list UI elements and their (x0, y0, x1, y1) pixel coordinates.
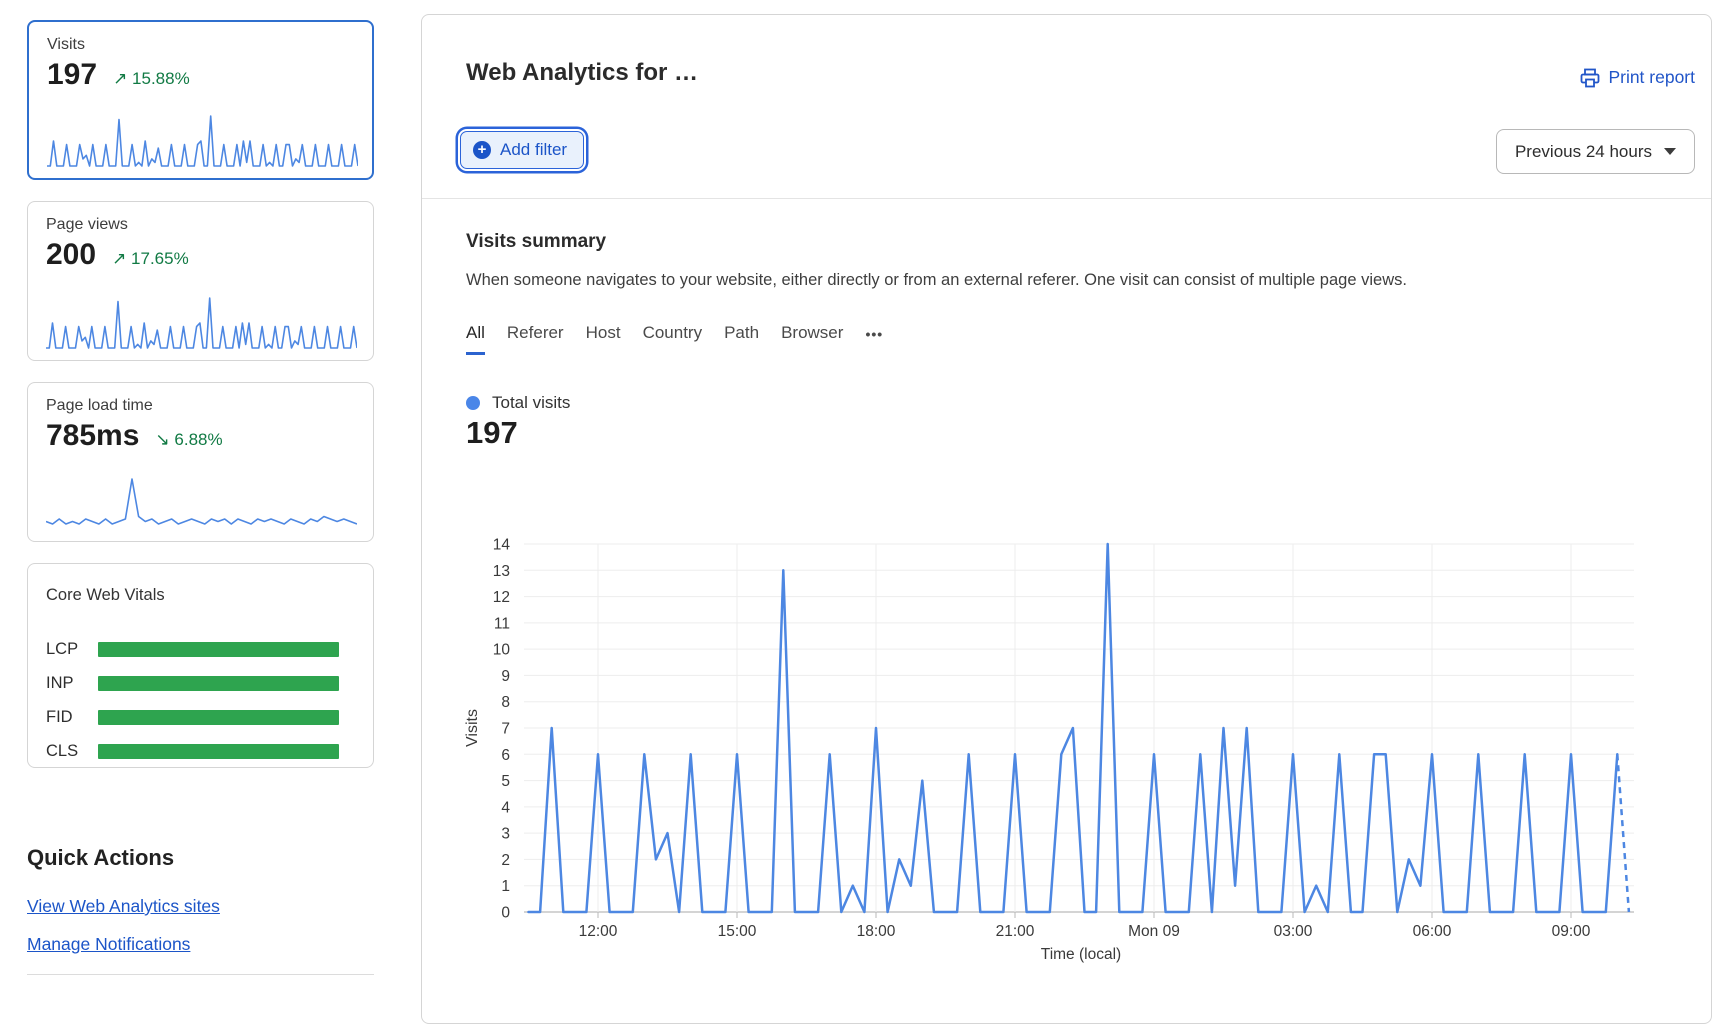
web-analytics-panel: Web Analytics for … Print report + Add f… (421, 14, 1712, 1024)
series-dot-icon (466, 396, 480, 410)
svg-text:Mon 09: Mon 09 (1128, 923, 1180, 940)
page-views-sparkline (46, 295, 357, 350)
svg-text:Visits: Visits (464, 709, 481, 747)
metric-delta: ↗ 15.88% (113, 69, 190, 89)
cwv-row-lcp: LCP (46, 632, 339, 666)
tab-browser[interactable]: Browser (781, 323, 843, 355)
printer-icon (1580, 68, 1600, 88)
tab-all[interactable]: All (466, 323, 485, 355)
manage-notifications-link[interactable]: Manage Notifications (27, 934, 190, 955)
time-range-value: Previous 24 hours (1515, 142, 1652, 162)
core-web-vitals-title: Core Web Vitals (46, 586, 165, 605)
tab-country[interactable]: Country (643, 323, 703, 355)
time-range-dropdown[interactable]: Previous 24 hours (1496, 129, 1695, 174)
visits-metric-card[interactable]: Visits 197 ↗ 15.88% (27, 20, 374, 180)
core-web-vitals-rows: LCP INP FID CLS (46, 632, 339, 768)
metric-label: Page load time (46, 397, 153, 415)
cwv-row-fid: FID (46, 700, 339, 734)
cwv-score-bar (98, 676, 339, 691)
metric-value-row: 197 ↗ 15.88% (47, 58, 190, 92)
trend-up-icon: ↗ (113, 69, 127, 88)
tab-path[interactable]: Path (724, 323, 759, 355)
total-visits-value: 197 (466, 415, 518, 451)
svg-text:5: 5 (501, 773, 510, 790)
svg-text:14: 14 (493, 537, 511, 554)
svg-text:9: 9 (501, 668, 510, 685)
svg-text:18:00: 18:00 (857, 923, 896, 940)
metric-delta: ↘ 6.88% (155, 430, 222, 450)
svg-text:13: 13 (493, 563, 510, 580)
metric-label: Page views (46, 216, 128, 234)
svg-text:06:00: 06:00 (1413, 923, 1452, 940)
svg-text:15:00: 15:00 (718, 923, 757, 940)
metric-value-row: 785ms ↘ 6.88% (46, 419, 223, 453)
svg-text:3: 3 (501, 826, 510, 843)
visits-sparkline (47, 113, 358, 168)
metric-value-row: 200 ↗ 17.65% (46, 238, 189, 272)
page-load-time-sparkline (46, 476, 357, 531)
header-divider (422, 198, 1711, 199)
svg-text:1: 1 (501, 878, 510, 895)
cwv-metric-label: LCP (46, 640, 98, 659)
svg-text:09:00: 09:00 (1552, 923, 1591, 940)
view-web-analytics-sites-link[interactable]: View Web Analytics sites (27, 896, 220, 917)
svg-text:7: 7 (501, 721, 510, 738)
add-filter-label: Add filter (500, 140, 567, 160)
svg-text:4: 4 (501, 799, 510, 816)
svg-text:03:00: 03:00 (1274, 923, 1313, 940)
legend-label: Total visits (492, 393, 570, 413)
svg-text:0: 0 (501, 905, 510, 922)
quick-actions-title: Quick Actions (27, 845, 174, 871)
trend-up-icon: ↗ (112, 249, 126, 268)
cwv-metric-label: FID (46, 708, 98, 727)
tab-host[interactable]: Host (586, 323, 621, 355)
visits-summary-title: Visits summary (466, 231, 606, 253)
svg-text:12: 12 (493, 589, 510, 606)
dimension-tabs: All Referer Host Country Path Browser ••• (466, 323, 883, 355)
chart-legend: Total visits (466, 393, 570, 413)
cwv-score-bar (98, 744, 339, 759)
print-report-button[interactable]: Print report (1580, 67, 1695, 88)
visits-line-chart: 0123456789101112131412:0015:0018:0021:00… (422, 515, 1713, 1003)
core-web-vitals-card[interactable]: Core Web Vitals LCP INP FID CLS (27, 563, 374, 768)
page-load-time-metric-card[interactable]: Page load time 785ms ↘ 6.88% (27, 382, 374, 542)
cwv-score-bar (98, 642, 339, 657)
svg-text:12:00: 12:00 (579, 923, 618, 940)
add-filter-button[interactable]: + Add filter (460, 131, 584, 169)
plus-icon: + (473, 141, 491, 159)
cwv-row-inp: INP (46, 666, 339, 700)
sidebar-divider (27, 974, 374, 975)
svg-text:6: 6 (501, 747, 510, 764)
metric-delta: ↗ 17.65% (112, 249, 189, 269)
metric-label: Visits (47, 36, 85, 54)
trend-down-icon: ↘ (155, 430, 169, 449)
svg-text:2: 2 (501, 852, 510, 869)
tab-referer[interactable]: Referer (507, 323, 564, 355)
visits-summary-description: When someone navigates to your website, … (466, 271, 1407, 290)
svg-text:11: 11 (494, 615, 510, 632)
svg-text:Time (local): Time (local) (1041, 946, 1121, 963)
svg-text:8: 8 (501, 694, 510, 711)
cwv-metric-label: CLS (46, 742, 98, 761)
metric-value: 197 (47, 58, 97, 92)
svg-text:10: 10 (493, 642, 511, 659)
svg-text:21:00: 21:00 (996, 923, 1035, 940)
cwv-metric-label: INP (46, 674, 98, 693)
metric-value: 785ms (46, 419, 139, 453)
cwv-row-cls: CLS (46, 734, 339, 768)
chevron-down-icon (1664, 148, 1676, 155)
metric-value: 200 (46, 238, 96, 272)
tabs-more-button[interactable]: ••• (865, 323, 883, 355)
page-views-metric-card[interactable]: Page views 200 ↗ 17.65% (27, 201, 374, 361)
page-title: Web Analytics for … (466, 59, 698, 87)
print-report-label: Print report (1608, 67, 1695, 88)
cwv-score-bar (98, 710, 339, 725)
